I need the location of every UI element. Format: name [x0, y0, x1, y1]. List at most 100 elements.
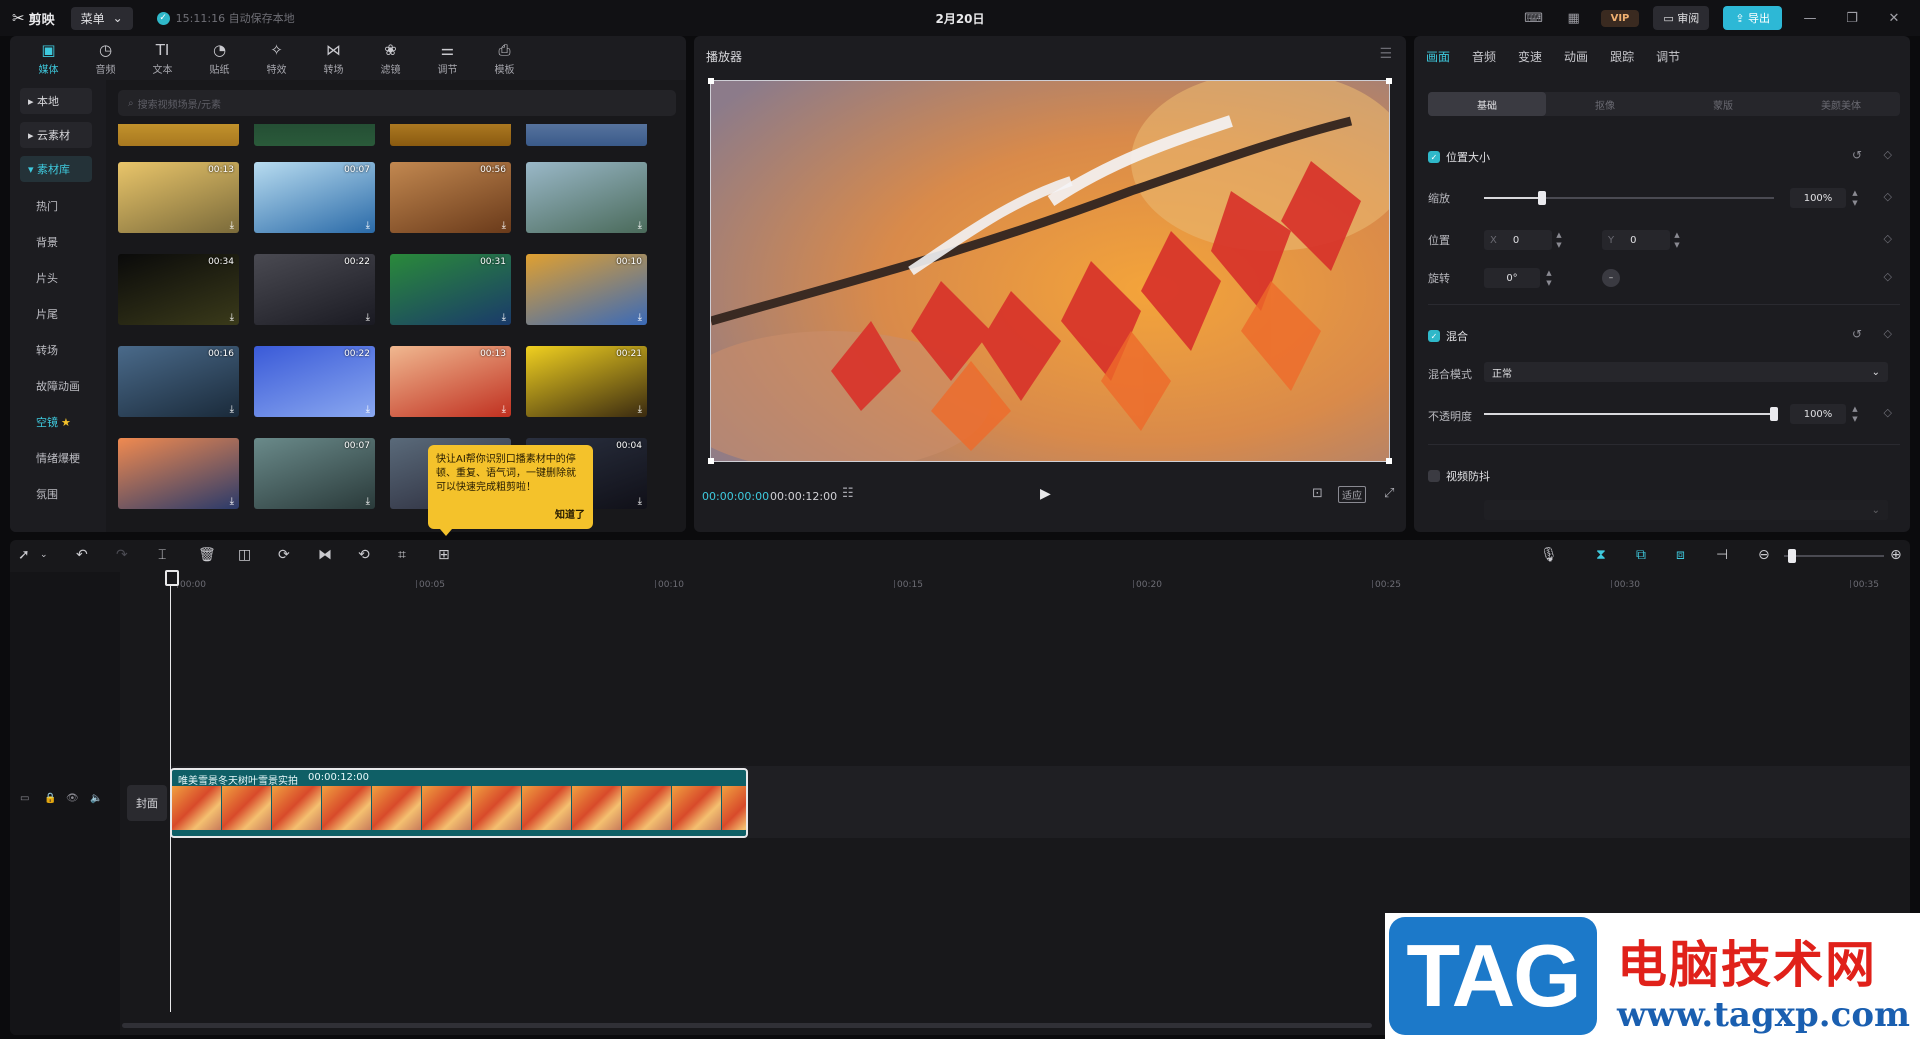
download-icon[interactable]: ⤓: [230, 404, 234, 415]
resize-handle[interactable]: [1386, 458, 1392, 464]
media-thumbnail[interactable]: 00:07 ⤓: [254, 438, 375, 509]
menu-icon[interactable]: ☰: [1379, 46, 1392, 62]
fit-ratio-button[interactable]: 适应: [1338, 486, 1366, 503]
media-thumbnail[interactable]: 00:10 ⤓: [526, 254, 647, 325]
media-thumbnail[interactable]: 00:13 ⤓: [118, 162, 239, 233]
grid-icon[interactable]: ☷: [842, 486, 854, 501]
media-tab[interactable]: ◔ 贴纸: [191, 36, 248, 80]
preview-axis-icon[interactable]: ⧈: [1676, 547, 1685, 563]
checkbox-checked-icon[interactable]: ✓: [1428, 151, 1440, 163]
download-icon[interactable]: ⤓: [230, 220, 234, 231]
cover-button[interactable]: 封面: [127, 785, 167, 821]
media-thumbnail[interactable]: 00:31 ⤓: [390, 254, 511, 325]
props-tab[interactable]: 调节: [1656, 48, 1680, 65]
sidebar-item[interactable]: 背景: [36, 224, 106, 260]
checkbox-checked-icon[interactable]: ✓: [1428, 330, 1440, 342]
stepper-icon[interactable]: ▲ ▼: [1672, 230, 1682, 250]
slider-knob[interactable]: [1538, 191, 1546, 205]
scale-input[interactable]: 100%: [1790, 188, 1846, 208]
resize-handle[interactable]: [708, 78, 714, 84]
speaker-icon[interactable]: 🔈: [90, 793, 102, 804]
zoom-in-icon[interactable]: ⊕: [1890, 547, 1902, 563]
maximize-button[interactable]: ❐: [1838, 11, 1866, 26]
redo-icon[interactable]: ↷: [116, 547, 128, 563]
keyframe-icon[interactable]: ◇: [1884, 406, 1892, 419]
stepper-icon[interactable]: ▲ ▼: [1850, 188, 1860, 208]
media-tab[interactable]: TI 文本: [134, 36, 191, 80]
sidebar-item[interactable]: 片头: [36, 260, 106, 296]
media-tab[interactable]: ⋈ 转场: [305, 36, 362, 80]
delete-icon[interactable]: 🗑: [198, 547, 216, 563]
sidebar-item[interactable]: 空镜 ★: [36, 404, 106, 440]
zoom-slider[interactable]: [1784, 549, 1884, 563]
stabilize-level-select[interactable]: ⌄: [1484, 500, 1888, 520]
linkage-icon[interactable]: ⧉: [1636, 547, 1646, 563]
sidebar-library[interactable]: ▾ 素材库: [20, 156, 92, 182]
rotate-icon[interactable]: ⟲: [358, 547, 370, 563]
keyframe-icon[interactable]: ◇: [1884, 148, 1892, 161]
playhead[interactable]: [165, 570, 179, 1012]
media-tab[interactable]: ⎙ 模板: [476, 36, 533, 80]
ai-cut-icon[interactable]: ⊞: [438, 547, 450, 563]
media-thumbnail[interactable]: 00:07 ⤓: [254, 162, 375, 233]
props-tab[interactable]: 跟踪: [1610, 48, 1634, 65]
download-icon[interactable]: ⤓: [366, 496, 370, 507]
fullscreen-icon[interactable]: ⤢: [1384, 486, 1394, 501]
download-icon[interactable]: ⤓: [638, 496, 642, 507]
microphone-icon[interactable]: 🎙: [1540, 547, 1558, 563]
sidebar-item[interactable]: 情绪爆梗: [36, 440, 106, 476]
select-tool-icon[interactable]: ➚: [18, 547, 30, 563]
opacity-input[interactable]: 100%: [1790, 404, 1846, 424]
media-tab[interactable]: ◷ 音频: [77, 36, 134, 80]
rotate-input[interactable]: 0°: [1484, 268, 1540, 288]
download-icon[interactable]: ⤓: [502, 404, 506, 415]
position-y-input[interactable]: Y0: [1602, 230, 1670, 250]
props-subtab[interactable]: 抠像: [1546, 92, 1664, 116]
download-icon[interactable]: ⤓: [638, 404, 642, 415]
sidebar-cloud[interactable]: ▸ 云素材: [20, 122, 92, 148]
media-thumbnail[interactable]: 00:56 ⤓: [390, 162, 511, 233]
export-button[interactable]: ⇪ 导出: [1723, 6, 1782, 30]
split-icon[interactable]: ⌶: [158, 547, 166, 563]
media-tab[interactable]: ✧ 特效: [248, 36, 305, 80]
mirror-icon[interactable]: ⧓: [318, 547, 332, 563]
download-icon[interactable]: ⤓: [230, 496, 234, 507]
undo-icon[interactable]: ↶: [76, 547, 88, 563]
search-input[interactable]: ⌕ 搜索视频场景/元素: [118, 90, 676, 116]
props-tab[interactable]: 动画: [1564, 48, 1588, 65]
keyframe-icon[interactable]: ◇: [1884, 232, 1892, 245]
media-thumbnail[interactable]: 00:13 ⤓: [390, 346, 511, 417]
download-icon[interactable]: ⤓: [502, 220, 506, 231]
opacity-slider[interactable]: [1484, 407, 1778, 421]
reset-icon[interactable]: ↺: [1852, 327, 1862, 341]
zoom-out-icon[interactable]: ⊖: [1758, 547, 1770, 563]
resize-handle[interactable]: [708, 458, 714, 464]
resize-handle[interactable]: [1386, 78, 1392, 84]
stepper-icon[interactable]: ▲ ▼: [1544, 268, 1554, 288]
split-view-icon[interactable]: ⊣: [1716, 547, 1728, 563]
sidebar-item[interactable]: 片尾: [36, 296, 106, 332]
media-thumbnail[interactable]: ⤓: [118, 438, 239, 509]
media-thumbnail[interactable]: 00:22 ⤓: [254, 254, 375, 325]
sidebar-item[interactable]: 热门: [36, 188, 106, 224]
media-thumbnail[interactable]: [390, 124, 511, 146]
media-thumbnail[interactable]: [526, 124, 647, 146]
props-tab[interactable]: 画面: [1426, 48, 1450, 65]
crop-icon[interactable]: ⌗: [398, 547, 406, 563]
media-tab[interactable]: ⚌ 调节: [419, 36, 476, 80]
lock-icon[interactable]: 🔒: [44, 793, 56, 804]
keyframe-icon[interactable]: ◇: [1884, 270, 1892, 283]
play-icon[interactable]: ▶: [1040, 486, 1051, 502]
stepper-icon[interactable]: ▲ ▼: [1554, 230, 1564, 250]
media-thumbnail[interactable]: 00:21 ⤓: [526, 346, 647, 417]
keyframe-icon[interactable]: ◇: [1884, 190, 1892, 203]
checkbox-unchecked-icon[interactable]: [1428, 470, 1440, 482]
props-subtab[interactable]: 蒙版: [1664, 92, 1782, 116]
preview-video[interactable]: [694, 71, 1406, 471]
position-size-section[interactable]: ✓ 位置大小: [1428, 149, 1490, 165]
props-tab[interactable]: 音频: [1472, 48, 1496, 65]
download-icon[interactable]: ⤓: [502, 312, 506, 323]
reverse-icon[interactable]: ⟳: [278, 547, 290, 563]
position-x-input[interactable]: X0: [1484, 230, 1552, 250]
props-subtab[interactable]: 美颜美体: [1782, 92, 1900, 116]
